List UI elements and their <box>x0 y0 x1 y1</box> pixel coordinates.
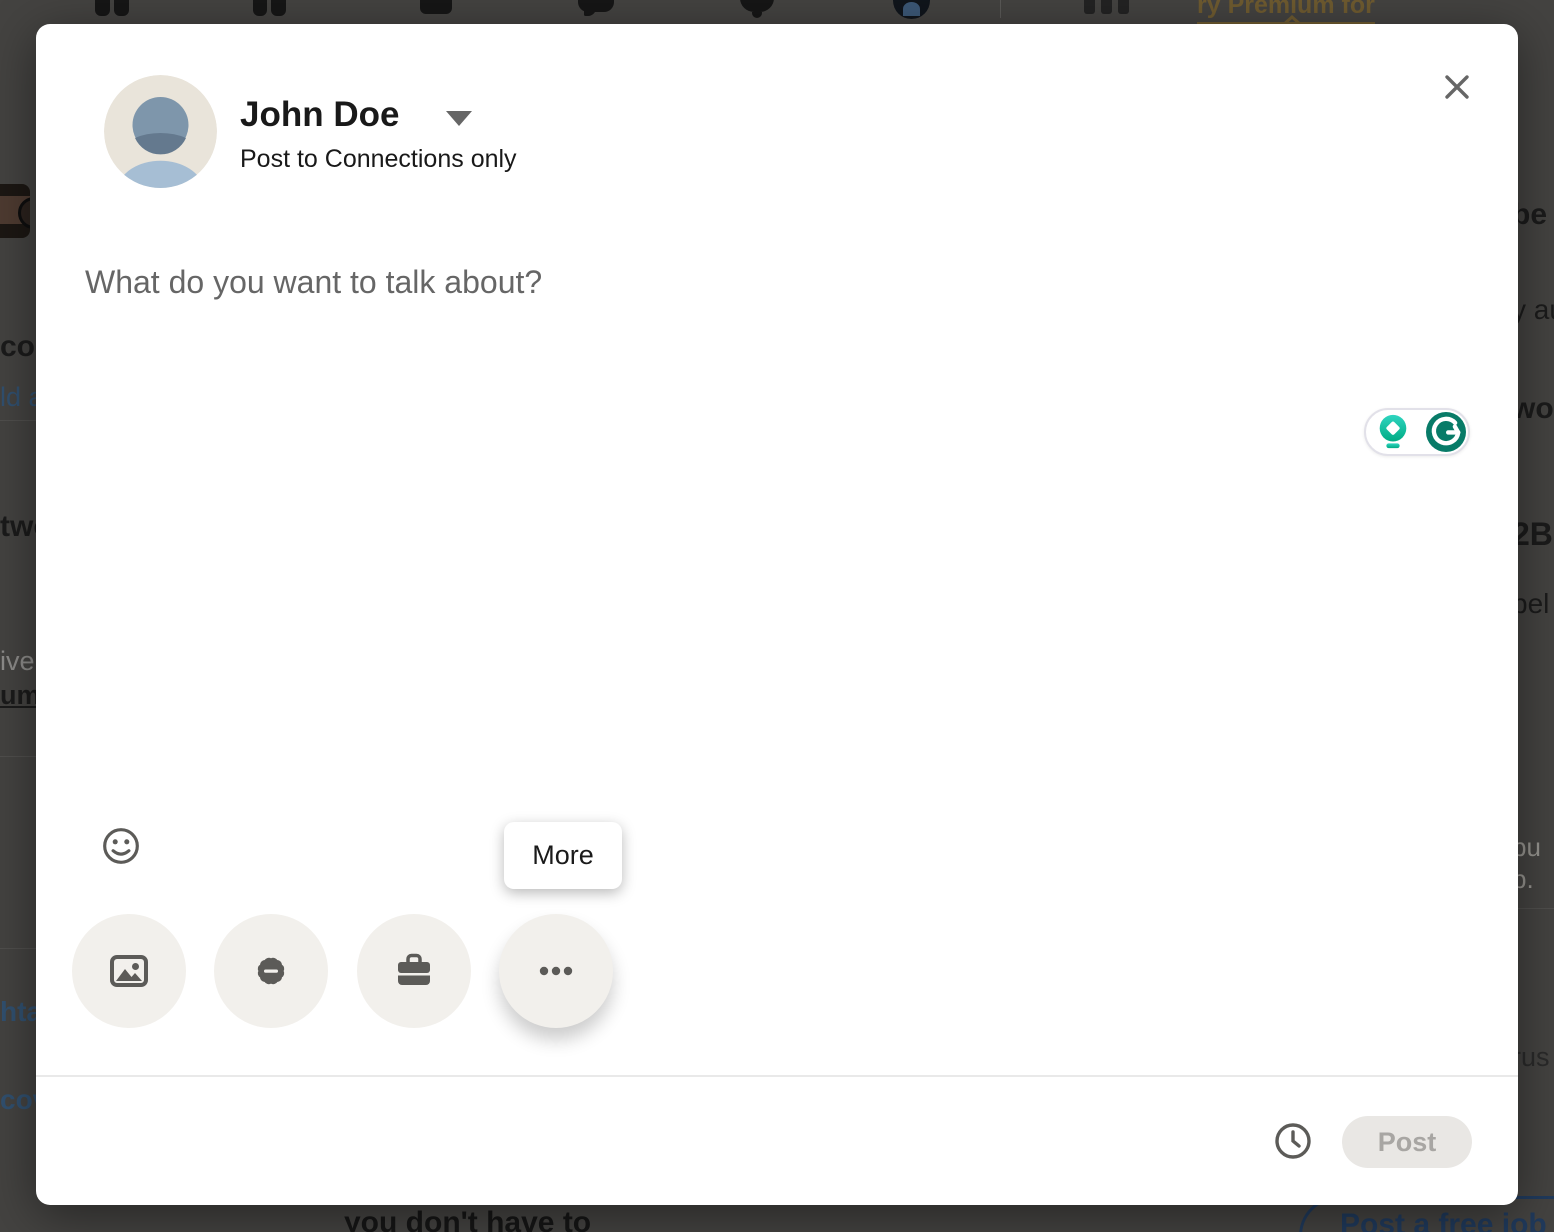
celebrate-occasion-icon <box>249 949 293 993</box>
close-icon <box>1441 71 1473 103</box>
chevron-down-icon <box>446 111 472 126</box>
nav-divider <box>1000 0 1001 18</box>
clock-icon <box>1273 1121 1313 1161</box>
share-job-icon <box>392 949 436 993</box>
nav-network-icon <box>271 0 286 16</box>
feed-hashtag-fragment: hta <box>0 998 36 1026</box>
feed-text-fragment: wo <box>1512 394 1554 424</box>
nav-notifications-icon <box>752 12 762 18</box>
grammarly-logo-icon[interactable] <box>1426 412 1466 452</box>
nav-business-grid-icon <box>1118 0 1129 14</box>
more-icon <box>534 949 578 993</box>
post-text-input[interactable]: What do you want to talk about? <box>85 264 1465 804</box>
feed-thumbnail <box>0 184 30 238</box>
share-job-button[interactable] <box>357 914 471 1028</box>
emoji-button[interactable] <box>101 826 141 866</box>
nav-me-avatar <box>903 2 920 16</box>
feed-card-border <box>0 756 36 757</box>
add-media-button[interactable] <box>72 914 186 1028</box>
nav-business-grid-icon <box>1084 0 1095 14</box>
feed-link-fragment: ld a <box>0 384 36 411</box>
emoji-icon <box>101 826 141 866</box>
grammarly-widget <box>1364 408 1470 456</box>
nav-notifications-icon <box>740 0 774 12</box>
feed-link-fragment: um <box>0 682 36 709</box>
feed-card-border <box>0 948 36 949</box>
create-post-modal: John Doe Post to Connections only What d… <box>36 24 1518 1205</box>
feed-text-fragment: 2B <box>1512 518 1553 550</box>
linkedin-create-post-screen: ry Premium for co ld a two ive um hta co… <box>0 0 1554 1232</box>
feed-text-fragment: you don't have to <box>344 1206 591 1232</box>
feed-text-fragment: two <box>0 512 36 542</box>
feed-card-border <box>1518 908 1554 909</box>
feed-text-fragment: y au <box>1512 296 1554 324</box>
add-media-icon <box>107 949 151 993</box>
more-attachments-button[interactable] <box>499 914 613 1028</box>
audience-label: Post to Connections only <box>240 145 517 174</box>
nav-network-icon <box>253 0 267 16</box>
close-button[interactable] <box>1433 63 1481 111</box>
feed-text-fragment: co <box>0 332 35 362</box>
feed-hashtag-fragment: cov <box>0 1086 36 1114</box>
nav-business-grid-icon <box>1101 0 1112 14</box>
post-button[interactable]: Post <box>1342 1116 1472 1168</box>
grammarly-suggestions-icon[interactable] <box>1373 412 1413 452</box>
nav-home-icon <box>114 0 129 16</box>
feed-card-border <box>0 420 36 421</box>
nav-jobs-icon <box>420 0 452 14</box>
feed-text-fragment: ive <box>0 648 35 675</box>
author-name: John Doe <box>240 95 399 135</box>
celebrate-occasion-button[interactable] <box>214 914 328 1028</box>
nav-messaging-icon <box>584 8 596 16</box>
editor-placeholder: What do you want to talk about? <box>85 264 542 300</box>
schedule-post-button[interactable] <box>1273 1121 1313 1161</box>
more-tooltip: More <box>504 822 622 889</box>
nav-home-icon <box>95 0 110 16</box>
footer-divider <box>36 1075 1518 1077</box>
avatar <box>104 75 217 188</box>
